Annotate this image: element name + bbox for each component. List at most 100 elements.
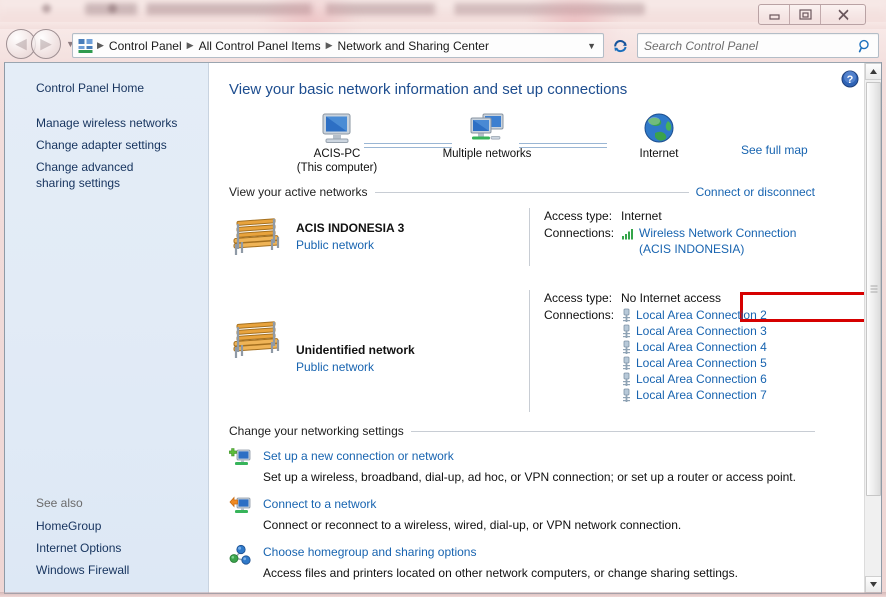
- sidebar-item-change-adapter-settings[interactable]: Change adapter settings: [5, 134, 208, 156]
- help-button[interactable]: ?: [841, 70, 859, 88]
- connection-item-wireless[interactable]: Wireless Network Connection: [621, 225, 796, 241]
- address-bar[interactable]: ▶ Control Panel ▶ All Control Panel Item…: [72, 33, 604, 58]
- sidebar-item-windows-firewall[interactable]: Windows Firewall: [5, 559, 208, 581]
- lan-icon: [623, 372, 630, 386]
- connections-label: Connections:: [544, 226, 615, 240]
- search-input[interactable]: Search Control Panel: [644, 39, 858, 53]
- forward-button[interactable]: ▶: [31, 29, 61, 59]
- sidebar-item-control-panel-home[interactable]: Control Panel Home: [5, 77, 208, 99]
- access-type-label: Access type:: [544, 291, 613, 305]
- network-identity-2[interactable]: Unidentified network Public network: [229, 290, 529, 412]
- network-name: Unidentified network: [296, 343, 415, 357]
- sidebar: Control Panel Home Manage wireless netwo…: [5, 63, 209, 593]
- minimize-button[interactable]: [759, 5, 790, 24]
- sidebar-item-internet-options[interactable]: Internet Options: [5, 537, 208, 559]
- sidebar-item-change-advanced-sharing-settings[interactable]: Change advanced sharing settings: [5, 156, 208, 194]
- breadcrumb-separator-1[interactable]: ▶: [186, 40, 195, 51]
- connection-link[interactable]: Local Area Connection 5: [636, 355, 767, 371]
- see-also-section: See also HomeGroup Internet Options Wind…: [5, 496, 208, 581]
- search-box[interactable]: Search Control Panel: [637, 33, 879, 58]
- connection-link[interactable]: Local Area Connection 7: [636, 387, 767, 403]
- chevron-down-icon: [870, 582, 877, 587]
- multiple-networks-icon: [429, 111, 545, 147]
- breadcrumb-network-and-sharing-center[interactable]: Network and Sharing Center: [334, 37, 493, 55]
- see-also-title: See also: [36, 496, 83, 510]
- settings-heading-label: Change your networking settings: [229, 424, 404, 438]
- active-network-row-2: Unidentified network Public network Acce…: [229, 290, 819, 412]
- task-description: Set up a wireless, broadband, dial-up, a…: [263, 470, 796, 484]
- connection-link[interactable]: Local Area Connection 2: [636, 307, 767, 323]
- connection-item-lan-3[interactable]: Local Area Connection 3: [621, 323, 767, 339]
- task-set-up-new-connection[interactable]: Set up a new connection or network Set u…: [228, 447, 819, 486]
- connection-link[interactable]: Local Area Connection 3: [636, 323, 767, 339]
- scroll-down-button[interactable]: [865, 576, 881, 593]
- help-icon: ?: [841, 70, 859, 88]
- network-type-link[interactable]: Public network: [296, 360, 374, 374]
- vertical-scrollbar[interactable]: [864, 63, 881, 593]
- blurred-icon-a: [42, 4, 51, 13]
- map-node-multiple-networks[interactable]: Multiple networks: [429, 111, 545, 161]
- network-map: ACIS-PC (This computer) Multiple network…: [229, 111, 829, 177]
- connection-link[interactable]: Local Area Connection 6: [636, 371, 767, 387]
- explorer-window: ◀ ▶ ▼ ▶ Control Panel ▶ All Control Pane…: [0, 4, 886, 597]
- connection-item-lan-7[interactable]: Local Area Connection 7: [621, 387, 767, 403]
- heading-rule: [374, 191, 689, 193]
- map-node-sublabel: (This computer): [296, 162, 378, 174]
- connections-row: Connections: Wireless Network Connection: [544, 225, 796, 258]
- map-node-internet[interactable]: Internet: [601, 111, 717, 161]
- page-title: View your basic network information and …: [229, 81, 628, 98]
- connection-item-lan-6[interactable]: Local Area Connection 6: [621, 371, 767, 387]
- window-title-bar[interactable]: [0, 22, 886, 29]
- map-node-label: Internet: [639, 148, 679, 160]
- connect-network-icon: [229, 495, 253, 534]
- network-type-link[interactable]: Public network: [296, 238, 374, 252]
- connection-item-lan-5[interactable]: Local Area Connection 5: [621, 355, 767, 371]
- connection-item-lan-4[interactable]: Local Area Connection 4: [621, 339, 767, 355]
- sidebar-item-manage-wireless-networks[interactable]: Manage wireless networks: [5, 112, 208, 134]
- task-choose-homegroup[interactable]: Choose homegroup and sharing options Acc…: [229, 543, 819, 582]
- task-link[interactable]: Set up a new connection or network: [263, 449, 454, 463]
- connection-link[interactable]: Local Area Connection 4: [636, 339, 767, 355]
- computer-icon: [279, 111, 395, 147]
- breadcrumb-separator-2[interactable]: ▶: [325, 40, 334, 51]
- content-pane: ? View your basic network information an…: [209, 63, 881, 593]
- park-bench-icon: [233, 218, 280, 255]
- task-link[interactable]: Choose homegroup and sharing options: [263, 545, 476, 559]
- settings-heading: Change your networking settings: [229, 424, 815, 438]
- task-description: Connect or reconnect to a wireless, wire…: [263, 518, 682, 532]
- task-connect-to-network[interactable]: Connect to a network Connect or reconnec…: [229, 495, 819, 534]
- task-link[interactable]: Connect to a network: [263, 497, 376, 511]
- refresh-icon: [613, 39, 627, 52]
- access-type-label: Access type:: [544, 209, 613, 223]
- connection-link[interactable]: Wireless Network Connection: [639, 225, 796, 241]
- connection-sublabel[interactable]: (ACIS INDONESIA): [639, 242, 744, 256]
- new-connection-icon: [228, 447, 253, 486]
- refresh-button[interactable]: [608, 33, 632, 58]
- homegroup-icon: [229, 543, 253, 582]
- close-button[interactable]: [821, 5, 865, 24]
- breadcrumb-control-panel[interactable]: Control Panel: [105, 37, 186, 55]
- window-bottom-shadow: [0, 592, 886, 597]
- svg-text:?: ?: [847, 74, 854, 86]
- window-body: Control Panel Home Manage wireless netwo…: [4, 62, 882, 594]
- scrollbar-thumb[interactable]: [866, 82, 881, 496]
- restore-button[interactable]: [790, 5, 821, 24]
- connection-item-lan-2[interactable]: Local Area Connection 2: [621, 307, 767, 323]
- address-dropdown-icon[interactable]: ▼: [587, 41, 601, 51]
- active-networks-heading: View your active networks Connect or dis…: [229, 185, 815, 199]
- chevron-up-icon: [870, 69, 877, 74]
- connections-row: Connections: Local Area Connection 2 Loc…: [544, 307, 767, 403]
- lan-icon: [623, 388, 630, 402]
- scroll-up-button[interactable]: [865, 63, 881, 80]
- access-type-value: Internet: [621, 209, 662, 223]
- network-name: ACIS INDONESIA 3: [296, 221, 405, 235]
- blurred-icon-b: [108, 4, 117, 13]
- scrollbar-grip-icon: [870, 285, 877, 293]
- see-full-map-link[interactable]: See full map: [741, 143, 808, 157]
- wifi-signal-icon: [622, 228, 633, 239]
- network-identity-1[interactable]: ACIS INDONESIA 3 Public network: [229, 208, 529, 266]
- breadcrumb-all-control-panel-items[interactable]: All Control Panel Items: [195, 37, 325, 55]
- active-networks-heading-label: View your active networks: [229, 185, 368, 199]
- sidebar-item-homegroup[interactable]: HomeGroup: [5, 515, 208, 537]
- connect-or-disconnect-link[interactable]: Connect or disconnect: [696, 185, 815, 199]
